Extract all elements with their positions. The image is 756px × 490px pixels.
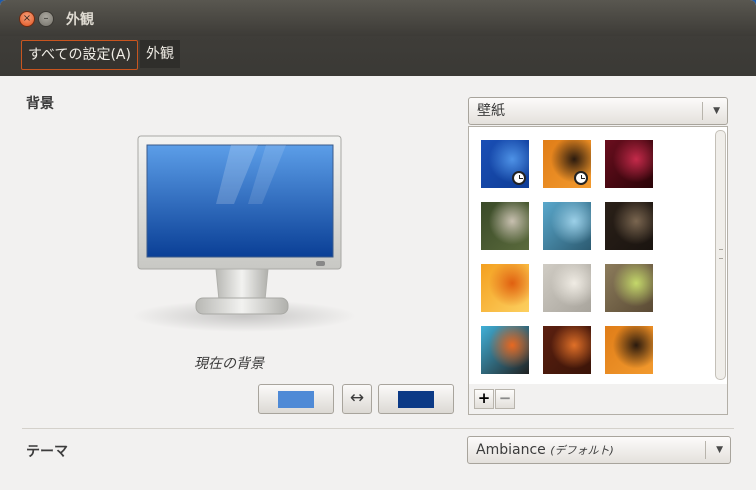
swap-colors-button[interactable]: ↔ [342,384,372,414]
wallpaper-thumbnail-orange-blossom[interactable] [481,264,529,312]
primary-color-swatch [278,391,314,408]
breadcrumb-appearance[interactable]: 外観 [140,40,180,68]
chevron-down-icon: ▼ [713,106,720,116]
wallpaper-thumbnail-red-flower[interactable] [605,140,653,188]
secondary-color-button[interactable] [378,384,454,414]
combo-separator [702,102,703,120]
section-divider [22,428,734,429]
wallpaper-thumbnail-orange-leaf[interactable] [543,326,591,374]
secondary-color-swatch [398,391,434,408]
gallery-footer: + − [468,384,728,415]
toolbar: すべての設定(A) 外観 [0,36,756,76]
background-source-select[interactable]: 壁紙 ▼ [468,97,728,125]
gallery-scrollbar[interactable] [714,128,726,384]
wallpaper-thumbnail-white-flowers[interactable] [481,202,529,250]
close-window-button[interactable]: × [19,11,35,27]
theme-default-suffix: (デフォルト) [550,444,614,457]
theme-select-value: Ambiance (デフォルト) [476,437,614,464]
wallpaper-thumbnail-yellow-bloom[interactable] [605,264,653,312]
title-bar: × – 外観 [0,0,756,36]
appearance-window: × – 外観 すべての設定(A) 外観 背景 現在の背景 ↔ 壁紙 ▼ + − … [0,0,756,490]
background-section-label: 背景 [26,96,54,112]
wallpaper-thumbnail-white-feather[interactable] [543,264,591,312]
wallpaper-gallery [468,126,728,386]
wallpaper-thumbnail-blue-stripes[interactable] [481,140,529,188]
clock-icon [574,171,588,185]
theme-section-label: テーマ [26,444,68,460]
wallpaper-thumbnail-dark-dust[interactable] [605,202,653,250]
theme-name: Ambiance [476,442,546,458]
primary-color-button[interactable] [258,384,334,414]
monitor-preview [132,135,356,332]
background-source-value: 壁紙 [477,103,505,119]
window-title: 外観 [66,12,94,28]
clock-icon [512,171,526,185]
minimize-window-button[interactable]: – [38,11,54,27]
wallpaper-thumbnail-graffiti[interactable] [481,326,529,374]
wallpaper-thumbnail-orange-dark-2[interactable] [605,326,653,374]
combo-separator [705,441,706,459]
all-settings-button[interactable]: すべての設定(A) [21,40,138,70]
remove-wallpaper-button[interactable]: − [495,389,515,409]
theme-select[interactable]: Ambiance (デフォルト) ▼ [467,436,731,464]
chevron-down-icon: ▼ [716,445,723,455]
grip-icon [719,249,723,259]
current-background-label: 現在の背景 [194,356,264,372]
wallpaper-thumbnail-birds-sky[interactable] [543,202,591,250]
wallpaper-thumbnail-orange-dark[interactable] [543,140,591,188]
add-wallpaper-button[interactable]: + [474,389,494,409]
scrollbar-thumb[interactable] [715,130,726,380]
